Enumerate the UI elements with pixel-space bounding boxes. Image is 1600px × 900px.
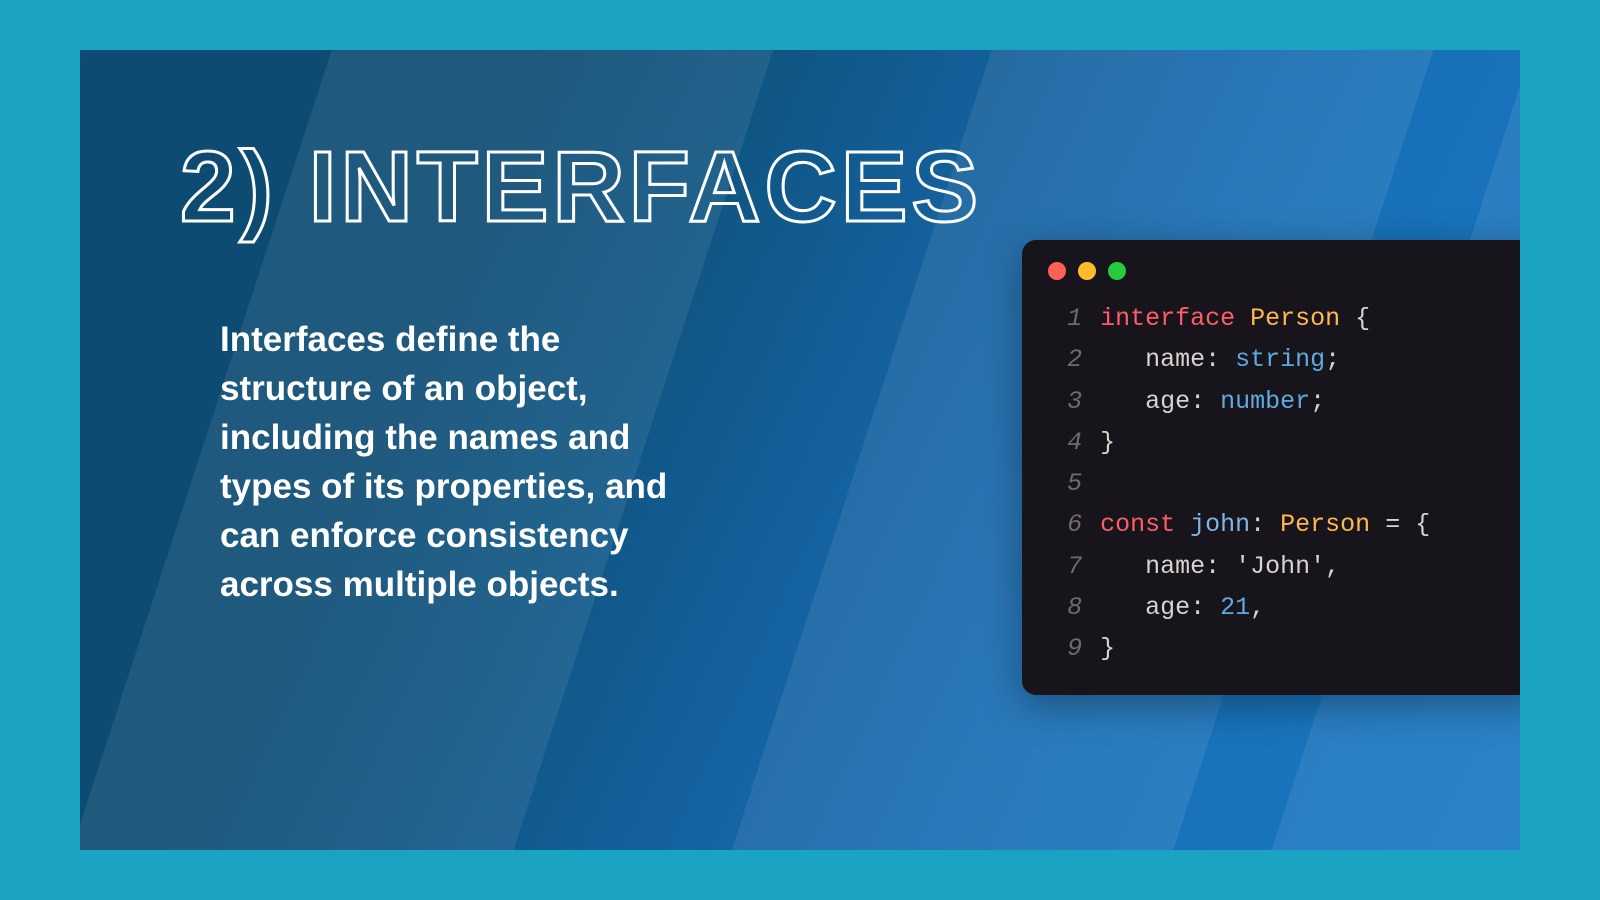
token-ident: age (1100, 387, 1190, 416)
code-tokens: interface Person { (1100, 298, 1370, 339)
code-line: 1 interface Person { (1048, 298, 1516, 339)
content-area: 2) INTERFACES Interfaces define the stru… (180, 130, 1480, 810)
token-ident: name (1100, 345, 1205, 374)
slide-title: 2) INTERFACES (180, 130, 982, 245)
token-keyword: const (1100, 510, 1190, 539)
token-prim: number (1220, 387, 1310, 416)
token-punc: ; (1310, 387, 1325, 416)
token-punc: { (1355, 304, 1370, 333)
line-number: 7 (1048, 546, 1082, 587)
code-tokens: const john: Person = { (1100, 504, 1430, 545)
right-column: 1interface Person {2 name: string;3 age:… (1022, 130, 1520, 810)
token-punc: : (1190, 593, 1220, 622)
line-number: 8 (1048, 587, 1082, 628)
line-number: 2 (1048, 339, 1082, 380)
token-punc: , (1250, 593, 1265, 622)
token-ident: name (1100, 552, 1205, 581)
code-tokens: } (1100, 422, 1115, 463)
code-editor: 1interface Person {2 name: string;3 age:… (1022, 240, 1520, 695)
token-type: Person (1250, 304, 1355, 333)
token-ident: age (1100, 593, 1190, 622)
token-punc: : (1190, 387, 1220, 416)
token-punc: : (1205, 345, 1235, 374)
line-number: 6 (1048, 504, 1082, 545)
left-column: 2) INTERFACES Interfaces define the stru… (180, 130, 1022, 810)
minimize-icon (1078, 262, 1096, 280)
code-line: 7 name: 'John', (1048, 546, 1516, 587)
line-number: 3 (1048, 381, 1082, 422)
code-tokens: age: number; (1100, 381, 1325, 422)
window-controls (1048, 262, 1516, 298)
token-keyword: interface (1100, 304, 1250, 333)
line-number: 9 (1048, 628, 1082, 669)
code-line: 4} (1048, 422, 1516, 463)
line-number: 5 (1048, 463, 1082, 504)
token-string: 'John' (1235, 552, 1325, 581)
code-tokens: age: 21, (1100, 587, 1265, 628)
code-line: 6 const john: Person = { (1048, 504, 1516, 545)
code-tokens: name: string; (1100, 339, 1340, 380)
token-punc: , (1325, 552, 1340, 581)
code-line: 2 name: string; (1048, 339, 1516, 380)
token-punc: : (1205, 552, 1235, 581)
token-punc: = { (1385, 510, 1430, 539)
token-type: Person (1280, 510, 1385, 539)
close-icon (1048, 262, 1066, 280)
maximize-icon (1108, 262, 1126, 280)
token-punc: } (1100, 634, 1115, 663)
line-number: 1 (1048, 298, 1082, 339)
line-number: 4 (1048, 422, 1082, 463)
token-prim: string (1235, 345, 1325, 374)
code-line: 9} (1048, 628, 1516, 669)
code-line: 8 age: 21, (1048, 587, 1516, 628)
slide: 2) INTERFACES Interfaces define the stru… (80, 50, 1520, 850)
code-body: 1interface Person {2 name: string;3 age:… (1048, 298, 1516, 669)
token-punc: : (1250, 510, 1280, 539)
token-punc: ; (1325, 345, 1340, 374)
code-tokens: name: 'John', (1100, 546, 1340, 587)
code-line: 3 age: number; (1048, 381, 1516, 422)
token-punc: } (1100, 428, 1115, 457)
token-var: john (1190, 510, 1250, 539)
token-num: 21 (1220, 593, 1250, 622)
code-tokens: } (1100, 628, 1115, 669)
slide-description: Interfaces define the structure of an ob… (180, 315, 710, 609)
code-line: 5 (1048, 463, 1516, 504)
